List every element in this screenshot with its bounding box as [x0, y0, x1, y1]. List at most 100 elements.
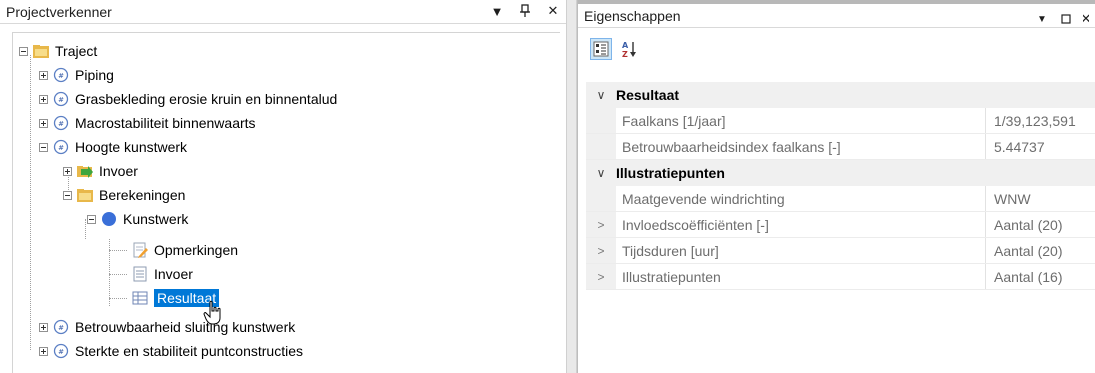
property-value: Aantal (16): [994, 268, 1063, 285]
category-illustratiepunten[interactable]: ∨ Illustratiepunten: [586, 160, 1095, 186]
property-row[interactable]: > Invloedscoëfficiënten [-] Aantal (20): [586, 212, 1095, 238]
tree-node-betrouwbaarheid[interactable]: # Betrouwbaarheid sluiting kunstwerk: [39, 316, 295, 338]
svg-text:Z: Z: [622, 50, 628, 58]
tree-node-macrostabiliteit[interactable]: # Macrostabiliteit binnenwaarts: [39, 112, 256, 134]
property-value: Aantal (20): [994, 216, 1063, 233]
collapse-icon[interactable]: [39, 142, 48, 152]
comment-icon: [133, 242, 148, 258]
categorized-view-icon[interactable]: [590, 38, 612, 60]
failure-mechanism-icon: #: [53, 91, 69, 107]
expand-icon[interactable]: [39, 70, 48, 80]
input-folder-icon: [77, 166, 93, 178]
calculation-icon: [102, 212, 116, 226]
collapse-icon[interactable]: [63, 190, 72, 200]
property-name: Tijdsduren [uur]: [616, 238, 986, 263]
property-row[interactable]: Maatgevende windrichting WNW: [586, 186, 1095, 212]
tree-node-label: Sterkte en stabiliteit puntconstructies: [75, 343, 304, 359]
property-row[interactable]: Betrouwbaarheidsindex faalkans [-] 5.447…: [586, 134, 1095, 160]
chevron-right-icon[interactable]: >: [586, 238, 616, 263]
tree-node-label: Macrostabiliteit binnenwaarts: [75, 115, 256, 131]
table-icon: [132, 291, 148, 305]
svg-text:#: #: [58, 96, 64, 104]
expand-icon[interactable]: [39, 322, 48, 332]
folder-icon: [77, 189, 93, 202]
collapse-icon[interactable]: [19, 46, 28, 56]
failure-mechanism-icon: #: [53, 319, 69, 335]
tree-node-kunstwerk[interactable]: Kunstwerk: [87, 208, 188, 230]
svg-text:#: #: [58, 324, 64, 332]
document-icon: [133, 266, 147, 282]
expand-icon[interactable]: [39, 346, 48, 356]
property-row[interactable]: Faalkans [1/jaar] 1/39,123,591: [586, 108, 1095, 134]
property-grid: ∨ Resultaat Faalkans [1/jaar] 1/39,123,5…: [586, 82, 1095, 290]
tree-node-label: Betrouwbaarheid sluiting kunstwerk: [75, 319, 296, 335]
collapse-icon[interactable]: [87, 214, 96, 224]
category-label: Resultaat: [616, 87, 680, 103]
tree-node-traject[interactable]: Traject: [19, 40, 97, 62]
property-name: Illustratiepunten: [616, 264, 986, 289]
tree-node-label: Piping: [75, 67, 114, 83]
expand-icon[interactable]: [63, 166, 72, 176]
failure-mechanism-icon: #: [53, 67, 69, 83]
svg-text:#: #: [58, 72, 64, 80]
property-name: Faalkans [1/jaar]: [616, 108, 986, 133]
properties-panel: Eigenschappen ▼ ✕ AZ ∨ Resultaat Faalkan…: [577, 0, 1095, 373]
chevron-right-icon[interactable]: >: [586, 264, 616, 289]
category-label: Illustratiepunten: [616, 165, 725, 181]
alphabetical-sort-icon[interactable]: AZ: [618, 38, 640, 60]
tree-node-piping[interactable]: # Piping: [39, 64, 114, 86]
property-name: Maatgevende windrichting: [616, 186, 986, 211]
project-explorer-panel: Projectverkenner ▼ ✕ Traject # Piping # …: [0, 0, 567, 373]
tree-node-label: Opmerkingen: [154, 242, 239, 258]
category-resultaat[interactable]: ∨ Resultaat: [586, 82, 1095, 108]
chevron-down-icon[interactable]: ∨: [586, 88, 616, 102]
svg-text:#: #: [58, 120, 64, 128]
tree-node-label: Grasbekleding erosie kruin en binnentalu…: [75, 91, 338, 107]
failure-mechanism-icon: #: [53, 139, 69, 155]
chevron-down-icon[interactable]: ∨: [586, 166, 616, 180]
tree-node-label: Traject: [55, 43, 98, 59]
explorer-title: Projectverkenner: [6, 3, 112, 20]
explorer-titlebar: Projectverkenner ▼ ✕: [0, 0, 566, 24]
chevron-right-icon[interactable]: >: [586, 212, 616, 237]
tree-node-invoer-folder[interactable]: Invoer: [63, 160, 138, 182]
failure-mechanism-icon: #: [53, 115, 69, 131]
maximize-icon[interactable]: [1059, 11, 1073, 27]
pin-icon[interactable]: [518, 3, 532, 19]
svg-text:A: A: [622, 41, 629, 50]
tree-node-label: Invoer: [99, 163, 138, 179]
explorer-tree: Traject # Piping # Grasbekleding erosie …: [12, 32, 560, 373]
property-name: Betrouwbaarheidsindex faalkans [-]: [616, 134, 986, 159]
tree-node-label: Invoer: [154, 266, 193, 282]
tree-node-hoogte-kunstwerk[interactable]: # Hoogte kunstwerk: [39, 136, 187, 158]
close-icon[interactable]: ✕: [546, 3, 560, 19]
dropdown-icon[interactable]: ▼: [490, 3, 504, 19]
tree-node-label: Hoogte kunstwerk: [75, 139, 188, 155]
properties-title: Eigenschappen: [584, 7, 681, 24]
svg-text:#: #: [58, 348, 64, 356]
tree-node-berekeningen[interactable]: Berekeningen: [63, 184, 185, 206]
tree-node-invoer[interactable]: Invoer: [131, 263, 193, 285]
tree-node-opmerkingen[interactable]: Opmerkingen: [131, 239, 238, 261]
folder-icon: [33, 45, 49, 58]
dropdown-icon[interactable]: ▼: [1035, 11, 1049, 27]
property-value: Aantal (20): [994, 242, 1063, 259]
property-row[interactable]: > Illustratiepunten Aantal (16): [586, 264, 1095, 290]
property-row[interactable]: > Tijdsduren [uur] Aantal (20): [586, 238, 1095, 264]
tree-node-sterkte[interactable]: # Sterkte en stabiliteit puntconstructie…: [39, 340, 303, 362]
tree-node-label: Kunstwerk: [123, 211, 189, 227]
expand-icon[interactable]: [39, 118, 48, 128]
mouse-cursor-icon: [203, 300, 221, 325]
property-value: 1/39,123,591: [994, 112, 1076, 129]
property-name: Invloedscoëfficiënten [-]: [616, 212, 986, 237]
expand-icon[interactable]: [39, 94, 48, 104]
tree-node-grasbekleding[interactable]: # Grasbekleding erosie kruin en binnenta…: [39, 88, 337, 110]
close-icon[interactable]: ✕: [1083, 11, 1089, 27]
failure-mechanism-icon: #: [53, 343, 69, 359]
svg-text:#: #: [58, 144, 64, 152]
properties-toolbar: AZ: [590, 38, 640, 60]
property-value: WNW: [994, 190, 1031, 207]
properties-titlebar: Eigenschappen ▼ ✕: [578, 0, 1095, 28]
tree-node-label: Berekeningen: [99, 187, 186, 203]
panel-splitter[interactable]: [566, 0, 577, 373]
